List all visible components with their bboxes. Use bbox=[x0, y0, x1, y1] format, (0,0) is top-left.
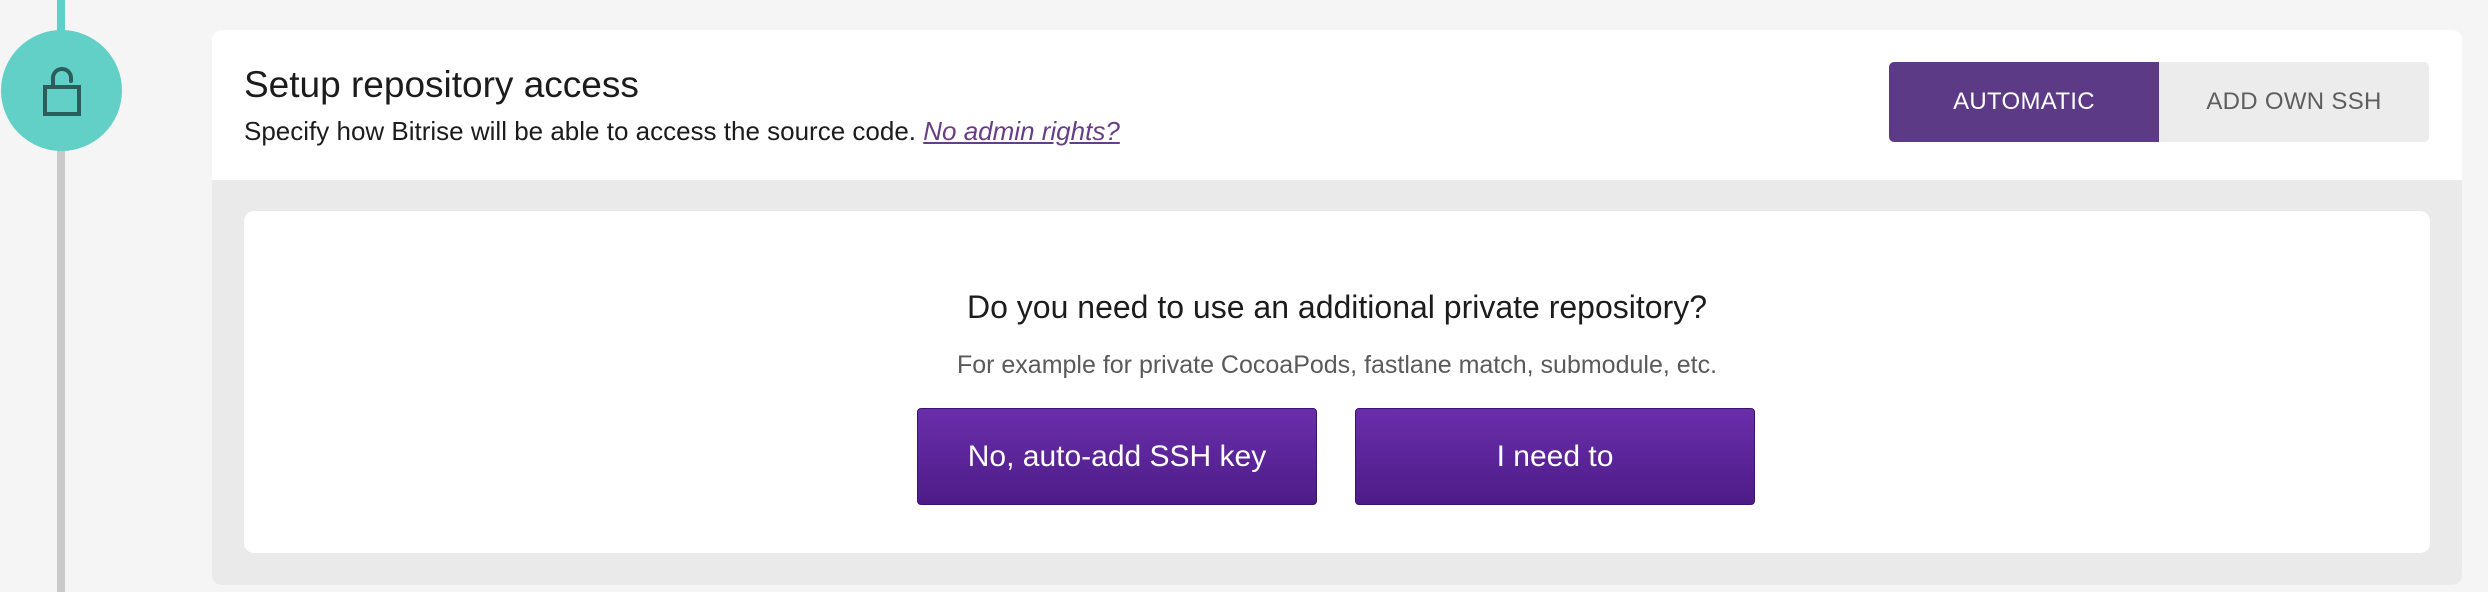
no-admin-rights-link[interactable]: No admin rights? bbox=[923, 116, 1120, 146]
private-repo-hint: For example for private CocoaPods, fastl… bbox=[956, 351, 1718, 379]
auto-add-ssh-key-button[interactable]: No, auto-add SSH key bbox=[917, 408, 1317, 505]
step-indicator bbox=[1, 30, 122, 151]
card-header: Setup repository access Specify how Bitr… bbox=[212, 30, 2462, 180]
add-own-ssh-option[interactable]: ADD OWN SSH bbox=[2159, 62, 2429, 142]
section-description: Specify how Bitrise will be able to acce… bbox=[244, 116, 1120, 147]
description-text: Specify how Bitrise will be able to acce… bbox=[244, 116, 917, 146]
private-repo-panel: Do you need to use an additional private… bbox=[244, 211, 2430, 553]
automatic-option[interactable]: AUTOMATIC bbox=[1889, 62, 2159, 142]
i-need-to-button[interactable]: I need to bbox=[1355, 408, 1755, 505]
private-repo-question: Do you need to use an additional private… bbox=[966, 289, 1708, 325]
unlocked-padlock-icon bbox=[42, 65, 82, 117]
section-title: Setup repository access bbox=[244, 64, 639, 105]
page: Setup repository access Specify how Bitr… bbox=[0, 0, 2488, 592]
access-mode-toggle: AUTOMATIC ADD OWN SSH bbox=[1889, 62, 2429, 142]
repository-access-card: Setup repository access Specify how Bitr… bbox=[212, 30, 2462, 585]
